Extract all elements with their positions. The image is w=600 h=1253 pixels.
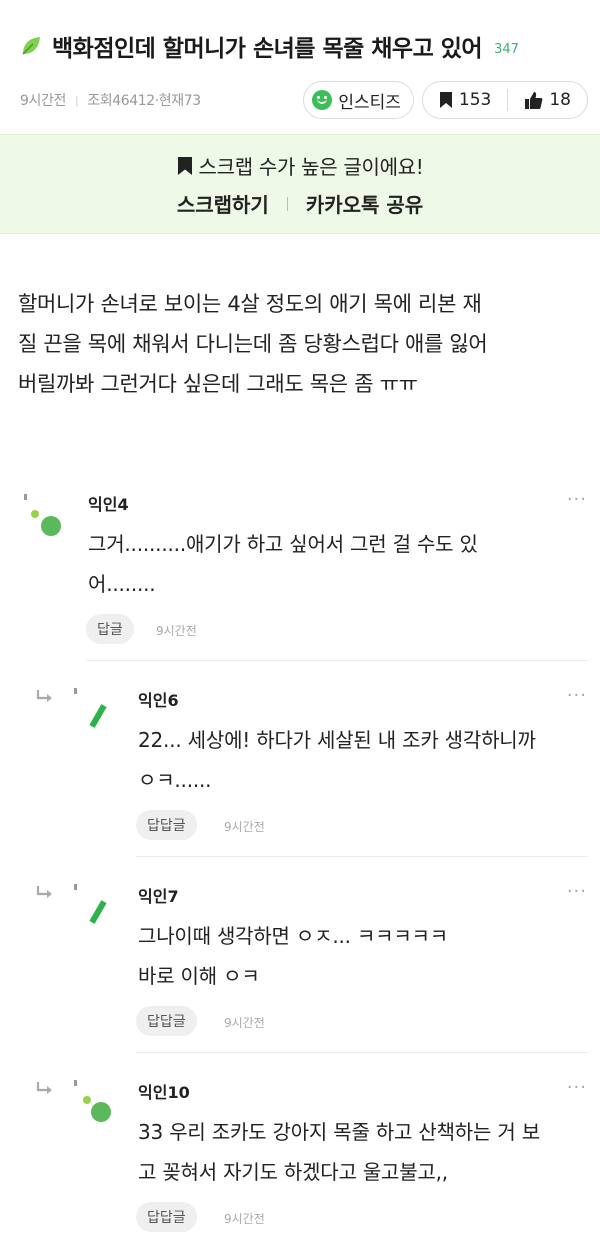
avatar-icon bbox=[74, 1080, 111, 1122]
comment-text: 33 우리 조카도 강아지 목줄 하고 산책하는 거 보 고 꽂혀서 자기도 하… bbox=[138, 1112, 540, 1192]
scrap-notice: 스크랩 수가 높은 글이에요! bbox=[0, 151, 600, 180]
comment-text-line: 고 꽂혀서 자기도 하겠다고 울고불고,, bbox=[138, 1160, 448, 1184]
bookmark-icon bbox=[439, 92, 452, 108]
comment-text-line: ㅇㅋ...... bbox=[138, 768, 212, 792]
post-title: 백화점인데 할머니가 손녀를 목줄 채우고 있어 bbox=[52, 36, 483, 62]
scrap-notice-box: 스크랩 수가 높은 글이에요! 스크랩하기 카카오톡 공유 bbox=[0, 134, 600, 234]
reply-button[interactable]: 답답글 bbox=[136, 1202, 197, 1232]
post-meta: 9시간전 | 조회46412·현재73 bbox=[20, 90, 201, 110]
comment-text-line: 22... 세상에! 하다가 세살된 내 조카 생각하니까 bbox=[138, 728, 536, 752]
comment-text-line: 바로 이해 ㅇㅋ bbox=[138, 964, 260, 988]
more-options-icon[interactable]: ··· bbox=[567, 1077, 587, 1098]
comment-item: 익인4 ··· 그거..........애기가 하고 싶어서 그런 걸 수도 있… bbox=[0, 486, 600, 662]
scrap-action-button[interactable]: 스크랩하기 bbox=[177, 189, 269, 218]
comment-text-line: 어........ bbox=[88, 572, 156, 596]
comment-text: 22... 세상에! 하다가 세살된 내 조카 생각하니까 ㅇㅋ...... bbox=[138, 720, 536, 800]
bookmark-icon bbox=[177, 156, 192, 175]
meta-separator: | bbox=[74, 93, 79, 107]
post-body-line: 할머니가 손녀로 보이는 4살 정도의 애기 목에 리본 재 bbox=[18, 292, 482, 316]
post-time: 9시간전 bbox=[20, 93, 66, 109]
comment-time: 9시간전 bbox=[224, 820, 265, 834]
comment-text-line: 그거..........애기가 하고 싶어서 그런 걸 수도 있 bbox=[88, 532, 478, 556]
comment-time: 9시간전 bbox=[156, 624, 197, 638]
comment-text-line: 33 우리 조카도 강아지 목줄 하고 산책하는 거 보 bbox=[138, 1120, 540, 1144]
reaction-group: 153 18 bbox=[421, 81, 588, 119]
comment-text: 그나이때 생각하면 ㅇㅈ... ㅋㅋㅋㅋㅋ 바로 이해 ㅇㅋ bbox=[138, 916, 448, 996]
more-options-icon[interactable]: ··· bbox=[567, 489, 587, 510]
reply-item: 익인6 ··· 22... 세상에! 하다가 세살된 내 조카 생각하니까 ㅇㅋ… bbox=[0, 682, 600, 858]
post-body: 할머니가 손녀로 보이는 4살 정도의 애기 목에 리본 재 질 끈을 목에 채… bbox=[18, 284, 584, 404]
avatar-icon bbox=[24, 494, 61, 536]
post-header: 백화점인데 할머니가 손녀를 목줄 채우고 있어 347 bbox=[20, 26, 580, 66]
scrap-actions: 스크랩하기 카카오톡 공유 bbox=[0, 189, 600, 218]
scrap-count: 153 bbox=[458, 90, 492, 110]
comment-count-badge[interactable]: 347 bbox=[494, 42, 519, 57]
category-button[interactable]: 인스티즈 bbox=[303, 81, 414, 119]
reply-button[interactable]: 답답글 bbox=[136, 810, 197, 840]
scrap-notice-text: 스크랩 수가 높은 글이에요! bbox=[198, 155, 424, 179]
leaf-icon bbox=[22, 37, 40, 55]
like-button[interactable]: 18 bbox=[508, 82, 587, 118]
comment-author[interactable]: 익인10 bbox=[138, 1079, 190, 1103]
reply-arrow-icon bbox=[36, 886, 52, 898]
post-body-line: 버릴까봐 그런거다 싶은데 그래도 목은 좀 ㅠㅠ bbox=[18, 372, 418, 396]
comment-author[interactable]: 익인7 bbox=[138, 883, 179, 907]
scrap-button[interactable]: 153 bbox=[423, 82, 507, 118]
post-views: 조회46412·현재73 bbox=[87, 93, 201, 109]
action-divider bbox=[286, 196, 288, 211]
post-actions: 인스티즈 153 18 bbox=[303, 81, 588, 119]
reply-arrow-icon bbox=[36, 690, 52, 702]
reply-item: 익인7 ··· 그나이때 생각하면 ㅇㅈ... ㅋㅋㅋㅋㅋ 바로 이해 ㅇㅋ 답… bbox=[0, 878, 600, 1054]
more-options-icon[interactable]: ··· bbox=[567, 881, 587, 902]
thumbs-up-icon bbox=[525, 91, 543, 109]
smile-icon bbox=[312, 90, 333, 110]
reply-item: 익인10 ··· 33 우리 조카도 강아지 목줄 하고 산책하는 거 보 고 … bbox=[0, 1074, 600, 1250]
avatar-icon bbox=[74, 884, 107, 924]
comment-divider bbox=[136, 856, 588, 857]
post-meta-row: 9시간전 | 조회46412·현재73 인스티즈 153 18 bbox=[20, 80, 588, 120]
kakao-share-button[interactable]: 카카오톡 공유 bbox=[306, 189, 423, 218]
avatar-icon bbox=[74, 688, 107, 728]
comment-text-line: 그나이때 생각하면 ㅇㅈ... ㅋㅋㅋㅋㅋ bbox=[138, 924, 448, 948]
comment-divider bbox=[136, 1052, 588, 1053]
post-body-line: 질 끈을 목에 채워서 다니는데 좀 당황스럽다 애를 잃어 bbox=[18, 332, 488, 356]
comment-text: 그거..........애기가 하고 싶어서 그런 걸 수도 있 어......… bbox=[88, 524, 478, 604]
comment-time: 9시간전 bbox=[224, 1016, 265, 1030]
reply-arrow-icon bbox=[36, 1082, 52, 1094]
more-options-icon[interactable]: ··· bbox=[567, 685, 587, 706]
comment-author[interactable]: 익인4 bbox=[88, 491, 129, 515]
comment-time: 9시간전 bbox=[224, 1212, 265, 1226]
comment-divider bbox=[86, 660, 588, 661]
like-count: 18 bbox=[549, 90, 571, 110]
comment-author[interactable]: 익인6 bbox=[138, 687, 179, 711]
reply-button[interactable]: 답답글 bbox=[136, 1006, 197, 1036]
reply-button[interactable]: 답글 bbox=[86, 614, 134, 644]
category-label: 인스티즈 bbox=[338, 92, 401, 113]
